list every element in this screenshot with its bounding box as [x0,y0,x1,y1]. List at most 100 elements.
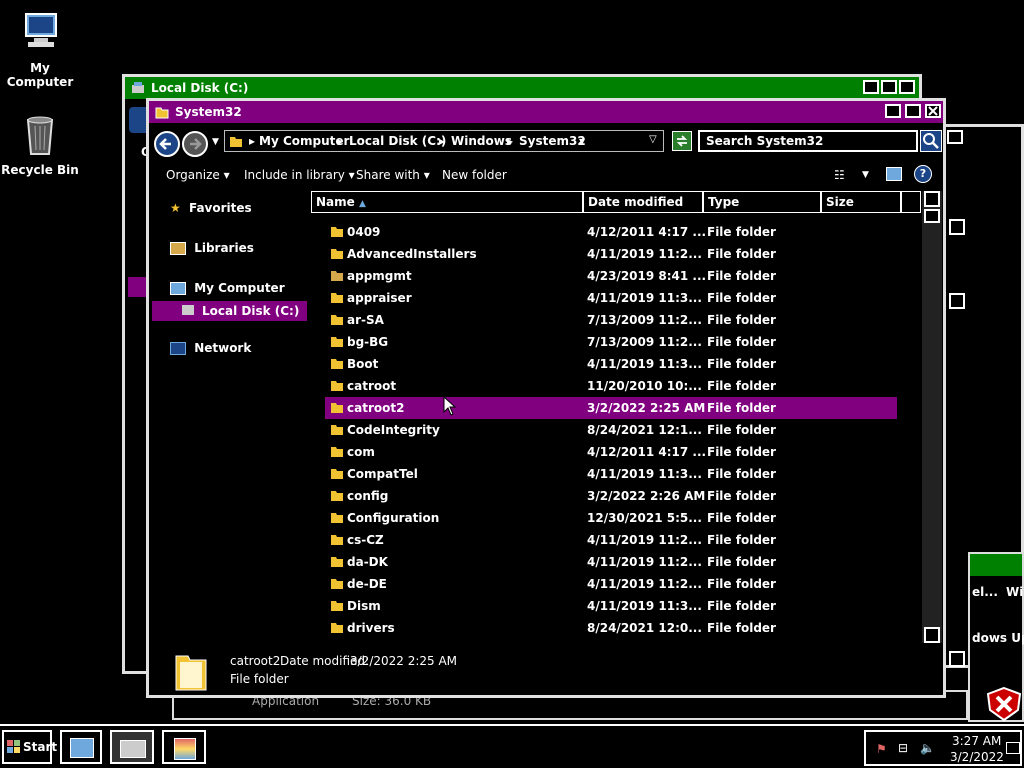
scroll-thumb[interactable] [949,293,965,309]
breadcrumb-separator[interactable]: ▸ [507,134,513,148]
file-type: File folder [707,555,776,569]
breadcrumb-local-disk[interactable]: Local Disk (C:) [349,134,446,148]
view-options-button[interactable]: ☷ [834,168,845,182]
table-row[interactable]: Boot 4/11/2019 11:3... File folder [325,353,897,375]
column-header-name[interactable]: Name ▲ [311,191,583,213]
table-row[interactable]: 0409 4/12/2011 4:17 ... File folder [325,221,897,243]
organize-button[interactable]: Organize ▾ [166,168,230,182]
breadcrumb[interactable]: ▸ My Computer ▸ Local Disk (C:) ▸ Window… [224,130,664,152]
file-name: AdvancedInstallers [347,247,477,261]
close-button[interactable] [899,80,915,94]
breadcrumb-system32[interactable]: System32 [519,134,586,148]
table-row[interactable]: CompatTel 4/11/2019 11:3... File folder [325,463,897,485]
close-icon [928,106,938,116]
column-header-size[interactable]: Size [821,191,901,213]
close-button[interactable] [925,104,941,118]
table-row[interactable]: bg-BG 7/13/2009 11:2... File folder [325,331,897,353]
explorer-window-system32[interactable]: System32 ▼ ▸ My Computer ▸ Local Disk (C… [146,98,946,698]
show-desktop-icon[interactable] [1006,742,1020,754]
address-dropdown[interactable]: ▽ [649,134,657,145]
desktop-icon-recycle-bin[interactable]: Recycle Bin [0,112,80,177]
search-input[interactable]: Search System32 [698,130,918,152]
table-row[interactable]: AdvancedInstallers 4/11/2019 11:2... File … [325,243,897,265]
table-row[interactable]: Dism 4/11/2019 11:3... File folder [325,595,897,617]
breadcrumb-separator[interactable]: ▾ [579,134,585,148]
scroll-up-button[interactable] [949,219,965,235]
network-tray-icon[interactable]: ⊟ [898,741,908,755]
minimize-button[interactable] [885,104,901,118]
start-label: Start [23,740,58,754]
table-row[interactable]: appmgmt 4/23/2019 8:41 ... File folder [325,265,897,287]
recent-pages-dropdown[interactable]: ▼ [212,137,219,147]
clock-time[interactable]: 3:27 AM [952,734,1001,748]
close-button[interactable] [947,130,963,144]
scroll-up-button[interactable] [924,191,940,207]
maximize-button[interactable] [905,104,921,118]
search-button[interactable] [920,130,942,152]
table-row[interactable]: ar-SA 7/13/2009 11:2... File folder [325,309,897,331]
scroll-down-button[interactable] [924,627,940,643]
include-in-library-button[interactable]: Include in library ▾ [244,168,355,182]
column-header-date[interactable]: Date modified [583,191,703,213]
help-button[interactable]: ? [914,165,932,183]
taskbar-button-installer[interactable] [162,730,206,764]
file-date-modified: 4/11/2019 11:3... [587,599,702,613]
address-bar-area: ▼ ▸ My Computer ▸ Local Disk (C:) ▸ Wind… [152,129,942,159]
share-with-button[interactable]: Share with ▾ [356,168,430,182]
nav-item-my-computer[interactable]: My Computer [170,281,285,295]
table-row[interactable]: catroot 11/20/2010 10:... File folder [325,375,897,397]
taskbar-button-control-panel[interactable] [60,730,102,764]
star-icon: ★ [170,201,181,215]
nav-item-favorites[interactable]: ★ Favorites [170,201,252,215]
minimize-button[interactable] [863,80,879,94]
folder-icon [331,293,343,303]
control-panel-icon [70,738,94,758]
table-row[interactable]: appraiser 4/11/2019 11:3... File folder [325,287,897,309]
table-row[interactable]: CodeIntegrity 8/24/2021 12:1... File folde… [325,419,897,441]
background-window-titlebar[interactable]: Local Disk (C:) [125,77,919,99]
breadcrumb-my-computer[interactable]: My Computer [259,134,349,148]
window-titlebar[interactable]: System32 [149,101,943,123]
column-header-type[interactable]: Type [703,191,821,213]
breadcrumb-separator[interactable]: ▸ [439,134,445,148]
breadcrumb-windows[interactable]: Windows [451,134,512,148]
file-name: Dism [347,599,381,613]
table-row[interactable]: cs-CZ 4/11/2019 11:2... File folder [325,529,897,551]
drive-icon [132,82,144,93]
file-type: File folder [707,467,776,481]
clock-date[interactable]: 3/2/2022 [950,750,1004,764]
table-row[interactable]: config 3/2/2022 2:26 AM File folder [325,485,897,507]
nav-item-network[interactable]: Network [170,341,251,355]
table-row[interactable]: de-DE 4/11/2019 11:2... File folder [325,573,897,595]
nav-item-libraries[interactable]: Libraries [170,241,254,255]
refresh-icon [676,135,688,147]
vertical-scrollbar[interactable] [922,191,942,643]
table-row[interactable]: catroot2 3/2/2022 2:25 AM File folder [325,397,897,419]
desktop-icon-my-computer[interactable]: My Computer [0,10,80,89]
table-row[interactable]: com 4/12/2011 4:17 ... File folder [325,441,897,463]
file-type: File folder [707,313,776,327]
new-folder-button[interactable]: New folder [442,168,507,182]
folder-icon [331,425,343,435]
nav-item-local-disk[interactable]: Local Disk (C:) [152,301,307,321]
breadcrumb-separator[interactable]: ▸ [249,134,255,148]
scroll-thumb[interactable] [924,209,940,223]
maximize-button[interactable] [881,80,897,94]
scroll-down-button[interactable] [949,651,965,667]
file-date-modified: 8/24/2021 12:1... [587,423,702,437]
table-row[interactable]: da-DK 4/11/2019 11:2... File folder [325,551,897,573]
start-button[interactable]: Start [2,730,57,764]
refresh-button[interactable] [672,131,692,151]
preview-pane-button[interactable] [886,167,902,181]
volume-icon[interactable]: 🔈 [920,741,935,755]
table-row[interactable]: Configuration 12/30/2021 5:5... File folde… [325,507,897,529]
view-dropdown-button[interactable]: ▼ [862,170,869,180]
forward-button[interactable] [182,131,208,157]
background-window-bottom-right[interactable]: el... Wir dows Upd [968,552,1024,722]
table-row[interactable]: drivers 8/24/2021 12:0... File folder [325,617,897,639]
taskbar-button-explorer[interactable] [110,730,154,764]
action-center-icon[interactable]: ⚑ [876,742,887,756]
file-date-modified: 3/2/2022 2:25 AM [587,401,706,415]
breadcrumb-separator[interactable]: ▸ [337,134,343,148]
back-button[interactable] [154,131,180,157]
